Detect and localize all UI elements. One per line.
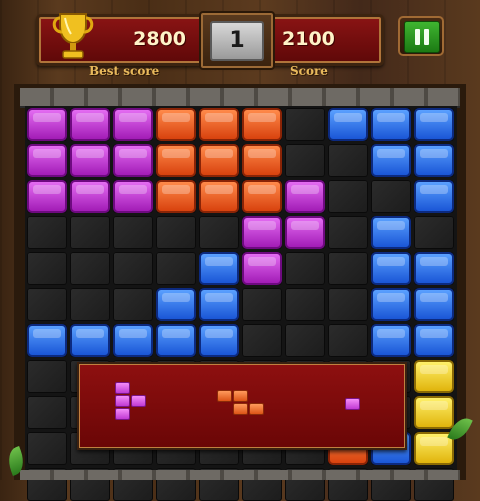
blue-block <box>27 324 67 357</box>
level-value: 1 <box>210 21 264 61</box>
blue-block <box>414 108 454 141</box>
blue-block <box>371 144 411 177</box>
orange-block <box>199 144 239 177</box>
board-cell[interactable] <box>27 288 67 321</box>
purple-block <box>113 144 153 177</box>
board-cell[interactable] <box>113 252 153 285</box>
blue-block <box>199 252 239 285</box>
board-cell[interactable] <box>156 216 196 249</box>
purple-block <box>27 144 67 177</box>
board-cell[interactable] <box>328 288 368 321</box>
blue-block <box>371 252 411 285</box>
level-indicator: 1 <box>199 11 275 70</box>
board-cell[interactable] <box>27 432 67 465</box>
yellow-block <box>414 360 454 393</box>
orange-block <box>156 108 196 141</box>
piece-tray <box>77 362 407 450</box>
purple-block <box>70 108 110 141</box>
blue-block <box>371 288 411 321</box>
board-cell[interactable] <box>113 288 153 321</box>
piece-block <box>115 408 130 420</box>
pause-bar-left <box>415 29 420 45</box>
board-cell[interactable] <box>242 288 282 321</box>
board-cell[interactable] <box>27 252 67 285</box>
blue-block <box>199 288 239 321</box>
orange-block <box>242 108 282 141</box>
blue-block <box>70 324 110 357</box>
orange-block <box>199 108 239 141</box>
board-cell[interactable] <box>70 216 110 249</box>
blue-block <box>199 324 239 357</box>
board-cell[interactable] <box>328 180 368 213</box>
board-cell[interactable] <box>27 396 67 429</box>
piece-block <box>345 398 360 410</box>
purple-block <box>242 216 282 249</box>
yellow-block <box>414 396 454 429</box>
board-cell[interactable] <box>27 216 67 249</box>
purple-block <box>242 252 282 285</box>
purple-block <box>70 144 110 177</box>
board-cell[interactable] <box>285 324 325 357</box>
board-cell[interactable] <box>27 360 67 393</box>
piece-block <box>233 403 248 415</box>
blue-block <box>156 288 196 321</box>
piece-block <box>131 395 146 407</box>
board-cell[interactable] <box>242 324 282 357</box>
piece-block <box>115 395 130 407</box>
board-cell[interactable] <box>199 216 239 249</box>
blue-block <box>414 180 454 213</box>
board-cell[interactable] <box>328 252 368 285</box>
board-cell[interactable] <box>285 288 325 321</box>
board-cell[interactable] <box>285 144 325 177</box>
trophy-icon <box>52 13 94 59</box>
score-label: Score <box>290 64 328 78</box>
blue-block <box>414 324 454 357</box>
purple-block <box>27 180 67 213</box>
blue-block <box>414 144 454 177</box>
purple-block <box>285 216 325 249</box>
piece-block <box>233 390 248 402</box>
board-cell[interactable] <box>328 324 368 357</box>
best-score-value: 2800 <box>133 28 186 50</box>
score-value: 2100 <box>282 28 335 50</box>
blue-block <box>371 324 411 357</box>
orange-block <box>156 144 196 177</box>
blue-block <box>156 324 196 357</box>
purple-block <box>27 108 67 141</box>
best-score-label: Best score <box>89 64 160 78</box>
purple-block <box>113 180 153 213</box>
pause-bar-right <box>424 29 429 45</box>
pause-icon[interactable] <box>404 21 440 53</box>
pause-button[interactable] <box>398 16 444 56</box>
orange-block <box>156 180 196 213</box>
piece-block <box>249 403 264 415</box>
purple-block <box>113 108 153 141</box>
purple-block <box>70 180 110 213</box>
board-cell[interactable] <box>285 108 325 141</box>
purple-block <box>285 180 325 213</box>
blue-block <box>113 324 153 357</box>
board-cell[interactable] <box>371 180 411 213</box>
board-cell[interactable] <box>414 216 454 249</box>
orange-block <box>242 144 282 177</box>
board-cell[interactable] <box>285 252 325 285</box>
stone-border-top <box>20 88 460 108</box>
blue-block <box>414 252 454 285</box>
stone-border-bottom <box>20 470 460 480</box>
board-cell[interactable] <box>156 252 196 285</box>
blue-block <box>414 288 454 321</box>
blue-block <box>371 216 411 249</box>
blue-block <box>371 108 411 141</box>
board-cell[interactable] <box>328 216 368 249</box>
orange-block <box>199 180 239 213</box>
board-cell[interactable] <box>70 252 110 285</box>
board-cell[interactable] <box>328 144 368 177</box>
piece-block <box>217 390 232 402</box>
board-cell[interactable] <box>70 288 110 321</box>
blue-block <box>328 108 368 141</box>
board-cell[interactable] <box>113 216 153 249</box>
piece-block <box>115 382 130 394</box>
orange-block <box>242 180 282 213</box>
